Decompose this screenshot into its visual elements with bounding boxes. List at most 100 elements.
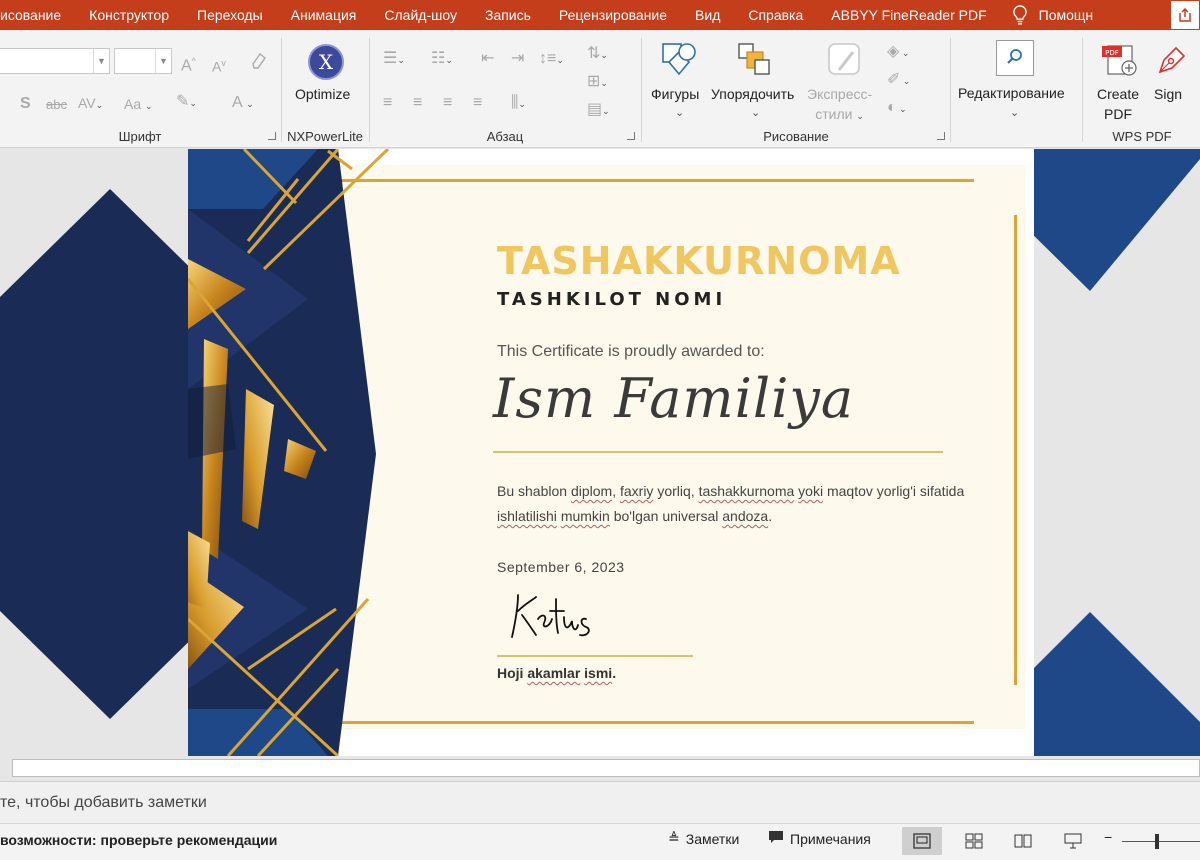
line-spacing-icon[interactable]: ↕≡⌄ [539,49,564,70]
tab-record[interactable]: Запись [471,7,545,23]
create-pdf-icon[interactable]: PDF [1100,40,1140,85]
chevron-down-icon[interactable]: ⌄ [1010,106,1019,119]
zoom-slider-thumb[interactable] [1155,834,1159,849]
comments-button[interactable]: Примечания [768,830,871,847]
sign-pen-icon[interactable] [1152,40,1192,85]
misspelled-word: mumkin [560,508,610,524]
awarded-text[interactable]: This Certificate is proudly awarded to: [497,343,765,361]
shape-outline-icon[interactable]: ✐ ⌄ [887,70,910,91]
shadow-icon[interactable]: S [20,94,31,114]
bullets-icon[interactable]: ☰⌄ [383,49,405,70]
tab-insert-drawing[interactable]: исование [0,7,75,23]
ribbon-separator [281,38,282,142]
tab-help[interactable]: Справка [734,7,817,23]
shape-effects-icon[interactable]: ◐ ⌄ [887,98,907,119]
ribbon-separator [641,38,642,142]
certificate-title[interactable]: TASHAKKURNOMA [497,239,901,283]
misspelled-word: akamlar [527,665,581,681]
clear-formatting-icon[interactable] [249,50,269,76]
chevron-down-icon[interactable]: ▼ [93,49,109,73]
nxpowerlite-logo-icon[interactable]: X [306,42,346,87]
slideshow-view-icon[interactable] [1053,827,1093,855]
tell-me-search[interactable]: Помощн [1031,7,1094,23]
font-size-combo[interactable]: ▼ [114,48,172,74]
zoom-out-button[interactable]: − [1104,829,1112,845]
sign-button[interactable]: Sign [1154,84,1182,104]
shape-fill-icon[interactable]: ◈ ⌄ [887,42,909,63]
certificate-date[interactable]: September 6, 2023 [497,559,625,575]
tab-animations[interactable]: Анимация [277,7,371,23]
chevron-down-icon[interactable]: ⌄ [675,106,684,119]
slide-canvas[interactable]: TASHAKKURNOMA TASHKILOT NOMI This Certif… [0,149,1200,756]
align-right-icon[interactable]: ≡ [443,93,452,113]
organization-name[interactable]: TASHKILOT NOMI [497,289,726,310]
search-icon[interactable] [996,40,1034,76]
columns-icon[interactable]: ⫼⌄ [511,93,526,114]
arrange-button[interactable]: Упорядочить [711,84,794,104]
desc-part: bo'lgan universal [609,508,723,524]
align-left-icon[interactable]: ≡ [383,93,392,113]
smartart-icon[interactable]: ▤⌄ [587,100,610,121]
drawing-dialog-launcher[interactable] [937,132,945,140]
notes-pane[interactable]: те, чтобы добавить заметки [0,781,1200,823]
lightbulb-icon[interactable] [1009,0,1031,30]
notes-toggle-button[interactable]: ≜ Заметки [668,830,739,847]
shapes-icon[interactable] [659,40,699,83]
arrange-icon[interactable] [735,40,775,85]
change-case-icon[interactable]: Aa ⌄ [124,94,153,116]
paragraph-dialog-launcher[interactable] [627,132,635,140]
decrease-font-icon[interactable]: Av [212,53,226,77]
scrollbar-track[interactable] [12,759,1200,777]
slide[interactable]: TASHAKKURNOMA TASHKILOT NOMI This Certif… [188,149,1034,756]
chevron-down-icon[interactable]: ⌄ [751,106,760,119]
font-name-combo[interactable]: ▼ [0,48,110,74]
comment-icon [768,830,784,847]
font-color-icon[interactable]: A ⌄ [232,93,254,114]
quick-styles-button[interactable]: Экспресс-стили ⌄ [807,84,872,126]
tab-abbyy[interactable]: ABBYY FineReader PDF [817,7,1000,23]
notes-placeholder[interactable]: те, чтобы добавить заметки [0,794,207,812]
signer-part: Hoji [497,665,528,681]
signature-underline [497,655,693,657]
misspelled-word: tashakkurnoma [698,483,795,499]
character-spacing-icon[interactable]: AV⌄ [78,93,103,115]
numbering-icon[interactable]: ☷⌄ [431,49,453,70]
tab-review[interactable]: Рецензирование [545,7,681,23]
recipient-name[interactable]: Ism Familiya [493,367,854,430]
ribbon: ▼ ▼ A^ Av I S abc AV⌄ Aa ⌄ ✎⌄ A ⌄ Шрифт … [0,30,1200,148]
font-dialog-launcher[interactable] [268,132,276,140]
signer-name[interactable]: Hoji akamlar ismi. [497,665,616,681]
editing-button[interactable]: Редактирование [958,83,1065,103]
increase-indent-icon[interactable]: ⇥ [511,49,524,69]
share-icon[interactable] [1170,0,1200,30]
highlight-icon[interactable]: ✎⌄ [176,92,197,113]
align-center-icon[interactable]: ≡ [413,93,422,113]
strikethrough-icon[interactable]: abc [46,95,67,115]
reading-view-icon[interactable] [1003,827,1043,855]
tab-design[interactable]: Конструктор [75,7,183,23]
chevron-down-icon[interactable]: ▼ [155,49,171,73]
text-direction-icon[interactable]: ⇅⌄ [587,44,608,65]
desc-part: Bu shablon [497,483,571,499]
quick-styles-icon[interactable] [825,40,865,85]
desc-part: . [768,508,773,524]
slide-sorter-icon[interactable] [954,827,994,855]
normal-view-icon[interactable] [902,827,942,855]
tab-view[interactable]: Вид [681,7,734,23]
notes-icon: ≜ [668,830,680,846]
editing-group: Редактирование ⌄ [952,36,1080,146]
increase-font-icon[interactable]: A^ [181,51,196,76]
justify-icon[interactable]: ≡ [473,93,482,113]
shapes-button[interactable]: Фигуры [651,84,699,104]
paragraph-group-label: Абзац [486,129,524,144]
create-pdf-button[interactable]: Create PDF [1097,84,1139,124]
optimize-button[interactable]: Optimize [295,84,350,104]
align-text-icon[interactable]: ⊞⌄ [587,72,608,93]
accessibility-status[interactable]: возможности: проверьте рекомендации [0,832,277,848]
tab-transitions[interactable]: Переходы [183,7,277,23]
zoom-slider-track[interactable] [1122,841,1200,842]
tab-slideshow[interactable]: Слайд-шоу [370,7,471,23]
certificate-description[interactable]: Bu shablon diplom, faxriy yorliq, tashak… [497,479,967,529]
decrease-indent-icon[interactable]: ⇤ [481,49,494,69]
horizontal-scrollbar[interactable] [0,756,1200,781]
